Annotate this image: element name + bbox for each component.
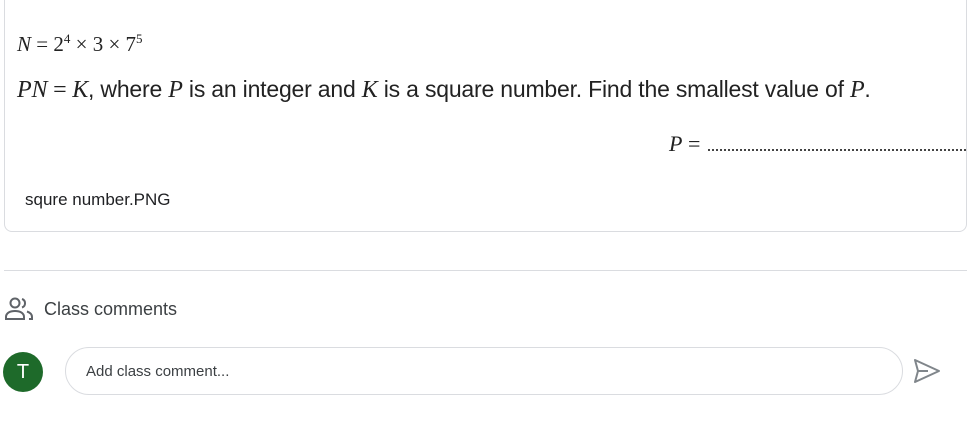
class-comments-header: Class comments — [4, 296, 177, 322]
equals-sign: = — [682, 131, 701, 156]
send-comment-button[interactable] — [912, 357, 942, 385]
times-sign: × — [103, 32, 126, 56]
base-2: 2 — [53, 32, 64, 56]
send-icon — [912, 357, 942, 385]
question-text-part: is an integer and — [182, 76, 362, 102]
var-pn: PN — [17, 77, 48, 103]
equals-sign: = — [47, 77, 73, 103]
answer-line: P = — [669, 131, 968, 157]
var-k: K — [72, 77, 89, 103]
var-p: P — [168, 77, 183, 103]
assignment-page: N = 24 × 3 × 75 PN = K, where P is an in… — [0, 0, 979, 440]
avatar: T — [3, 352, 43, 392]
answer-blank-dots — [708, 135, 968, 151]
section-divider — [4, 270, 967, 271]
var-p: P — [849, 77, 865, 103]
question-text-part: is a square number. Find the smallest va… — [377, 76, 850, 102]
question-text-part: . — [864, 76, 871, 102]
var-n: N — [17, 32, 32, 56]
answer-var-p: P — [669, 131, 683, 156]
base-7: 7 — [125, 32, 137, 56]
equation-line-n: N = 24 × 3 × 75 — [17, 31, 143, 57]
attachment-filename[interactable]: squre number.PNG — [25, 190, 171, 210]
attachment-preview-image[interactable]: N = 24 × 3 × 75 PN = K, where P is an in… — [5, 0, 968, 169]
times-sign: × — [70, 32, 93, 56]
var-k: K — [361, 77, 378, 103]
factor-3: 3 — [92, 32, 104, 56]
attachment-card[interactable]: N = 24 × 3 × 75 PN = K, where P is an in… — [4, 0, 968, 232]
question-text: PN = K, where P is an integer and K is a… — [17, 76, 871, 104]
people-icon — [4, 296, 34, 322]
question-text-part: , where — [88, 76, 169, 102]
class-comments-title: Class comments — [44, 298, 178, 319]
add-class-comment-input[interactable] — [65, 347, 903, 395]
equals-sign: = — [31, 32, 54, 56]
exponent-5: 5 — [136, 31, 143, 46]
